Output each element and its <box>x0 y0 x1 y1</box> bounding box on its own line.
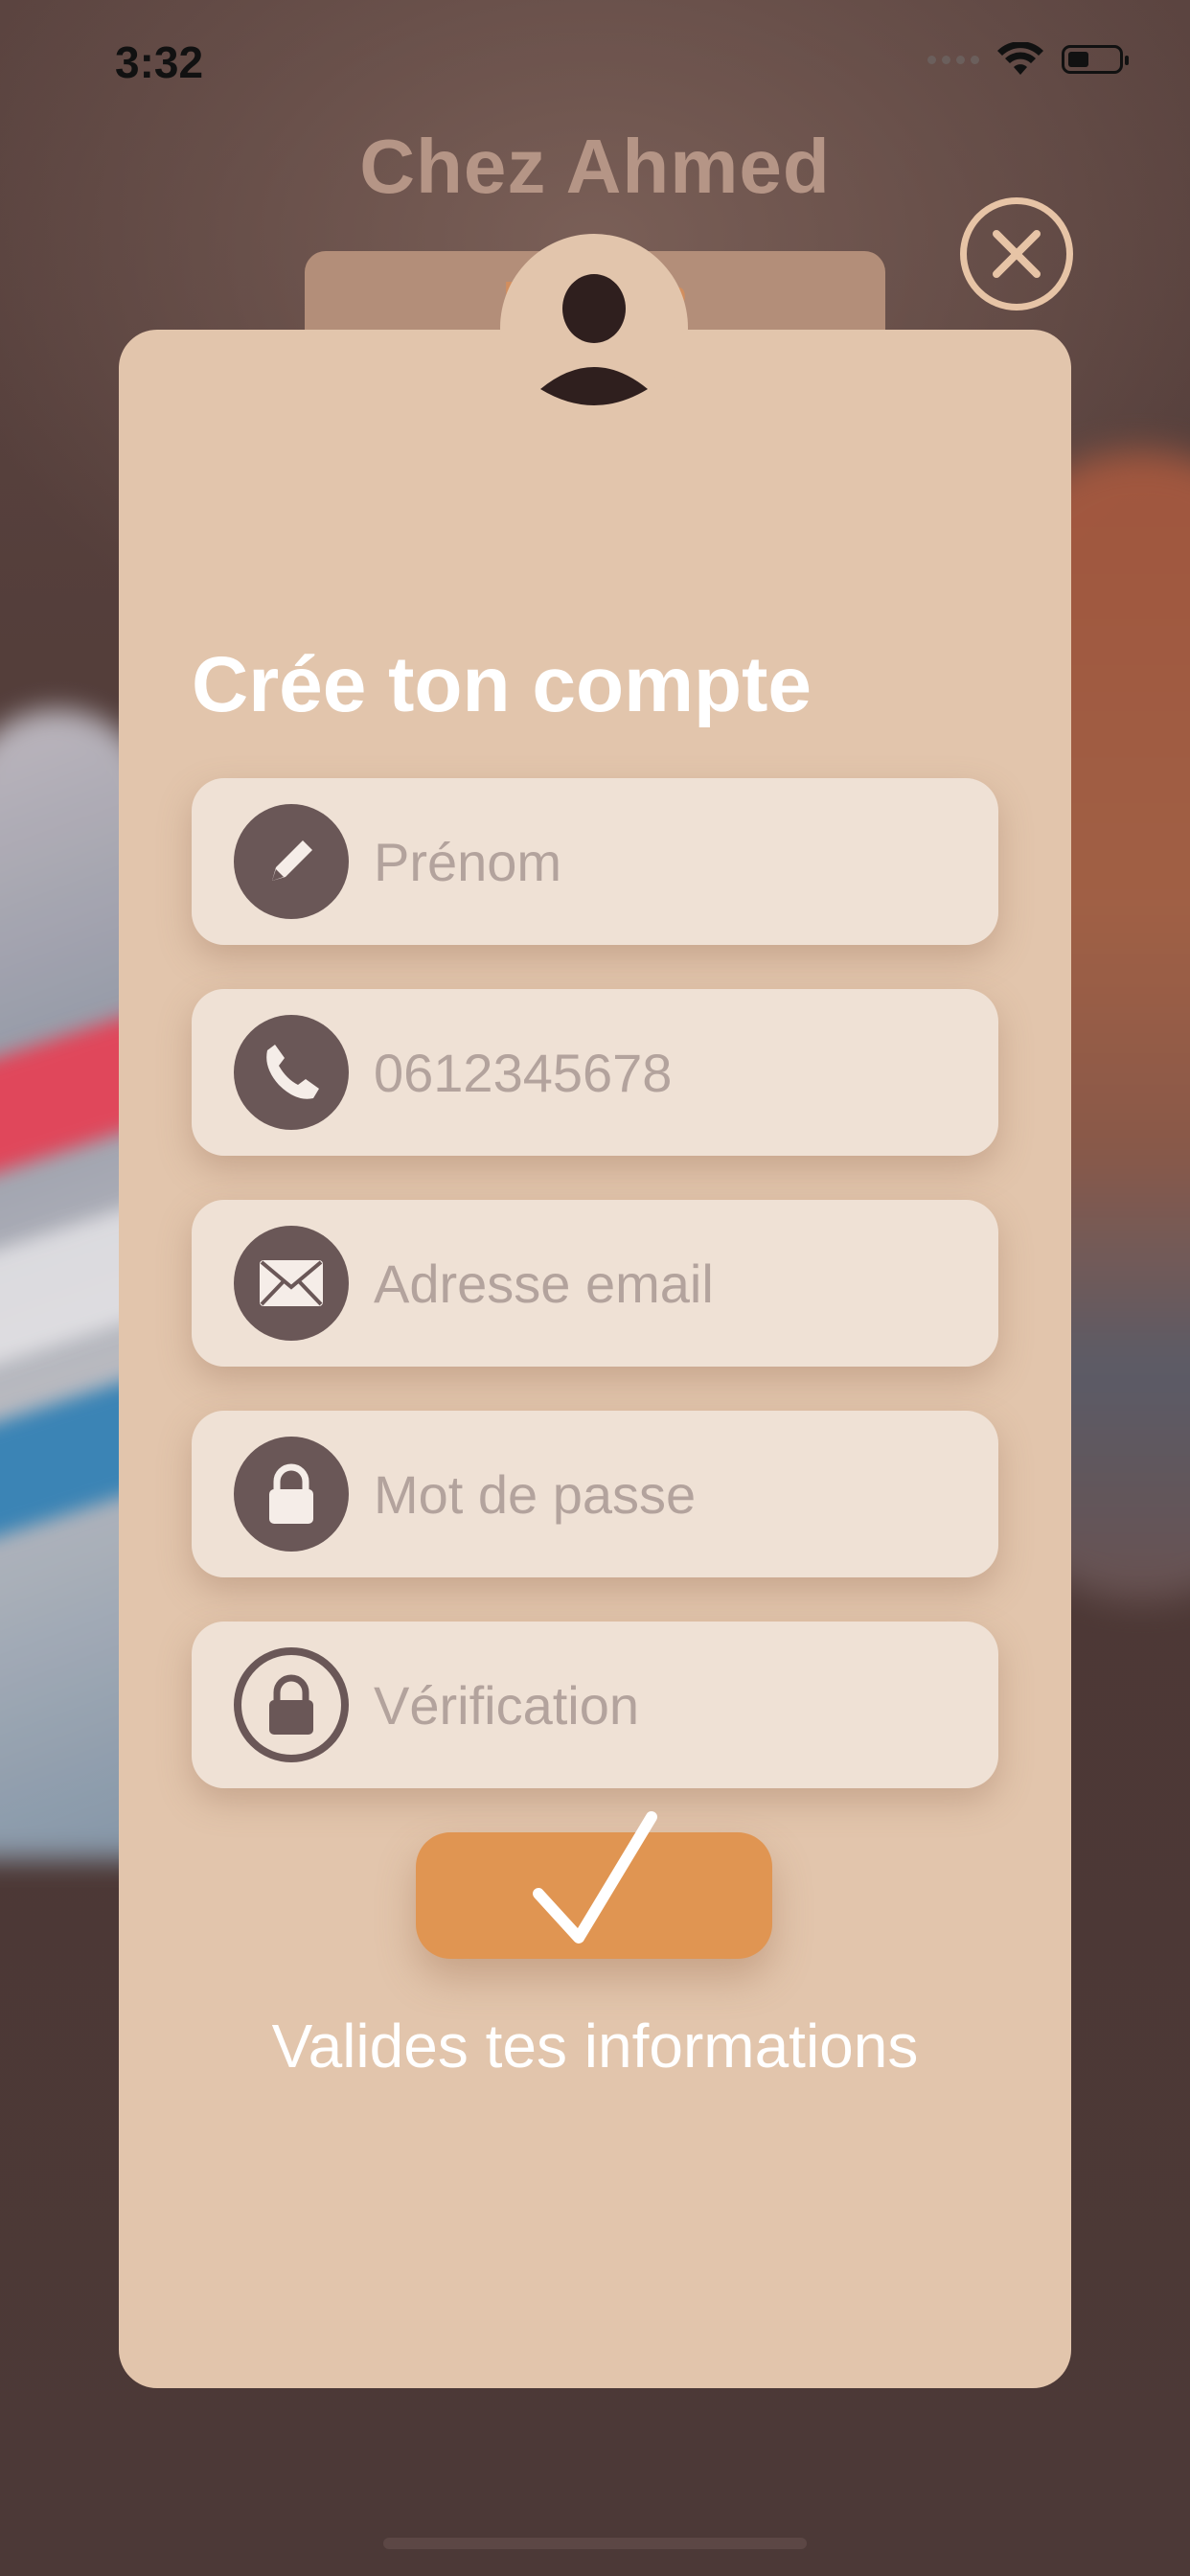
pencil-icon <box>234 804 349 919</box>
status-time: 3:32 <box>115 37 204 87</box>
envelope-icon <box>234 1226 349 1341</box>
phone-input[interactable] <box>372 1040 989 1105</box>
avatar <box>500 234 688 422</box>
form-title: Crée ton compte <box>192 641 812 728</box>
checkmark-icon <box>533 1811 657 1944</box>
battery-icon <box>1062 45 1129 74</box>
password-input[interactable] <box>372 1461 989 1527</box>
password-verification-field[interactable] <box>192 1622 998 1788</box>
lock-icon <box>234 1437 349 1552</box>
first-name-input[interactable] <box>372 829 989 894</box>
password-verification-input[interactable] <box>372 1672 989 1737</box>
battery-level <box>1068 52 1088 67</box>
status-indicators <box>927 42 1129 77</box>
user-icon <box>540 274 648 405</box>
email-field[interactable] <box>192 1200 998 1367</box>
submit-button[interactable] <box>416 1811 772 1959</box>
lock-circle-icon <box>234 1647 349 1762</box>
email-input[interactable] <box>372 1251 989 1316</box>
cellular-signal-icon <box>927 55 979 64</box>
phone-field[interactable] <box>192 989 998 1156</box>
submit-label: Valides tes informations <box>271 2012 919 2081</box>
wifi-icon <box>997 42 1043 75</box>
phone-icon <box>234 1015 349 1130</box>
first-name-field[interactable] <box>192 778 998 945</box>
close-button[interactable] <box>960 197 1073 310</box>
close-icon <box>993 230 1041 278</box>
password-field[interactable] <box>192 1411 998 1577</box>
home-indicator[interactable] <box>383 2538 807 2549</box>
